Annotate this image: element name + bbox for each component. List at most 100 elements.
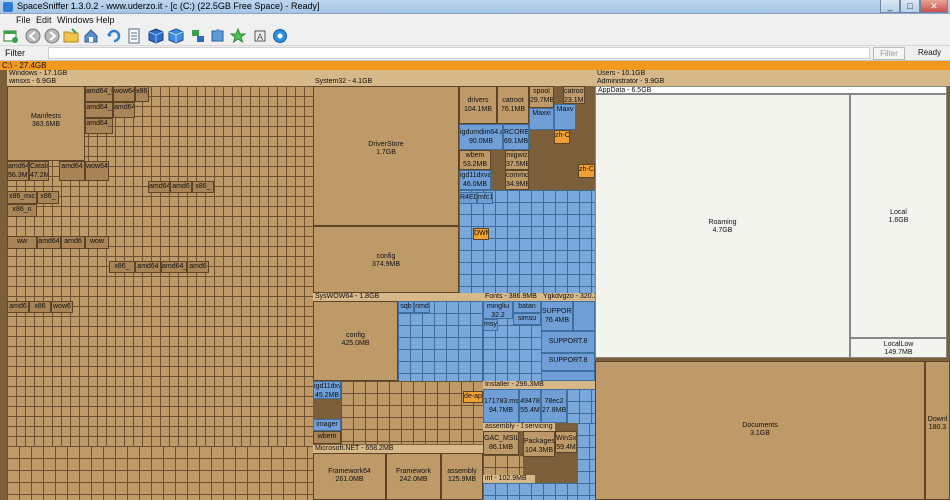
spool-block[interactable]: spool 29.7MB (529, 86, 554, 108)
winsxs-item-23[interactable]: amd6 (7, 301, 29, 313)
downloads-block[interactable]: Downl 180.3 (925, 361, 950, 500)
syswow64-more-grid[interactable] (341, 381, 483, 444)
winsxs-item-18[interactable]: wow (85, 236, 109, 249)
igd11dxva32-block[interactable]: igd11dxva 45.2MB (313, 381, 341, 399)
config-sys32-block[interactable]: config 374.9MB (313, 226, 459, 293)
local-block[interactable]: Local 1.6GB (850, 94, 947, 338)
catroot2-block[interactable]: catroot2 23.1MB (563, 86, 585, 104)
cube-icon[interactable] (148, 28, 164, 44)
support-side-block[interactable] (573, 301, 595, 331)
servicing-header[interactable]: servicing - (523, 423, 555, 431)
system32-header[interactable]: System32 - 4.1GB (313, 78, 595, 86)
winsxs-item-1[interactable]: amd64_m (85, 86, 113, 102)
windows-header[interactable]: Windows - 17.1GB (7, 70, 595, 78)
winsxs-lower-grid[interactable] (7, 446, 313, 500)
support-1-block[interactable]: SUPPORT 76.4MB (541, 301, 573, 331)
winsxs-item-6[interactable]: amd64 (113, 102, 135, 118)
wow-file-wbem[interactable]: wbem (313, 431, 341, 444)
folder-icon[interactable] (63, 28, 79, 44)
cube-blue-icon[interactable] (168, 28, 184, 44)
winsxs-item-7[interactable]: x86_mic (7, 191, 37, 204)
refresh-icon[interactable] (106, 28, 122, 44)
winsxs-item-9[interactable]: x86_ (37, 191, 59, 204)
side-files-grid[interactable] (577, 423, 595, 500)
menu-windows[interactable]: Windows (55, 14, 96, 26)
wow-file-1[interactable]: sqb (398, 301, 414, 313)
winsxs-item-25[interactable]: wow6 (51, 301, 73, 313)
administrator-header[interactable]: Administrator - 9.9GB (595, 78, 950, 86)
winsxs-item-20[interactable]: amd64 (135, 261, 161, 273)
support-3-block[interactable]: SUPPORT.8 (541, 353, 595, 371)
config-wow-block[interactable]: config 425.0MB (313, 301, 398, 381)
gear-icon[interactable] (272, 28, 288, 44)
sys32-file-1[interactable]: R4ED (459, 192, 477, 204)
inf-grid[interactable] (483, 483, 577, 500)
winsxs-header[interactable]: winsxs - 6.9GB (7, 78, 313, 86)
treemap[interactable]: C:\ - 27.4GB Windows - 17.1GB winsxs - 6… (0, 61, 950, 500)
igdumdim64-block[interactable]: igdumdim64.dll 90.0MB (459, 124, 503, 150)
common-block[interactable]: common 34.9MB (505, 170, 529, 190)
winsxs-item-8[interactable]: x86_n (7, 204, 37, 217)
filter-input[interactable] (48, 47, 870, 59)
framework64-block[interactable]: Framework64 261.0MB (313, 453, 386, 500)
syswow64-header[interactable]: SysWOW64 - 1.8GB (313, 293, 483, 301)
driverstore-block[interactable]: DriverStore 1.7GB (313, 86, 459, 226)
back-icon[interactable] (25, 28, 41, 44)
winsxs-item-17[interactable]: amd6 (61, 236, 85, 249)
manifests-block[interactable]: Manifests 383.6MB (7, 86, 85, 161)
fonts-file-3[interactable]: msyh (483, 319, 498, 331)
fonts-header[interactable]: Fonts - 386.9MB (483, 293, 541, 301)
filter-button[interactable]: Filter (873, 47, 905, 60)
winsxs-item-22[interactable]: amd6 (187, 261, 209, 273)
network-icon[interactable] (190, 28, 206, 44)
dotnet-header[interactable]: Microsoft.NET - 658.2MB (313, 445, 483, 453)
locallow-block[interactable]: LocalLow 149.7MB (850, 338, 947, 358)
winsxs-item-5[interactable]: x86_ (135, 86, 149, 102)
gac-msil-block[interactable]: GAC_MSIL 86.1MB (483, 431, 519, 455)
menu-edit[interactable]: Edit (34, 14, 54, 26)
winsxs-item-13[interactable]: amd6 (170, 181, 192, 193)
migwiz-block[interactable]: migwiz 37.5MB (505, 150, 529, 170)
winsxs-item-15[interactable]: ww (7, 236, 37, 249)
fonts-file-2[interactable]: simsu (513, 313, 541, 325)
winsxs-item-10[interactable]: amd64 (59, 161, 85, 181)
documents-block[interactable]: Documents 3.1GB (595, 361, 925, 500)
igd11dxva64-block[interactable]: igd11dxva64 46.0MB (459, 170, 491, 190)
close-button[interactable]: ✕ (920, 0, 948, 13)
inf-header[interactable]: inf - 102.9MB (483, 475, 535, 483)
framework-block[interactable]: Framework 242.0MB (386, 453, 441, 500)
assembly-more-grid[interactable] (483, 455, 523, 475)
winsxs-item-19[interactable]: x86_ (109, 261, 135, 273)
sys32-file-2[interactable]: mfc1 (477, 192, 493, 204)
home-icon[interactable] (83, 28, 99, 44)
drivers-block[interactable]: drivers 104.1MB (459, 86, 497, 124)
winsxs-item-21[interactable]: amd64_ (161, 261, 187, 273)
wow-orange-1[interactable]: de-ap (463, 391, 483, 403)
packages-block[interactable]: Packages 104.3MB (523, 431, 555, 457)
installer-msi-2[interactable]: 49478 55.4M (519, 389, 541, 423)
menu-help[interactable]: Help (94, 14, 117, 26)
installer-more-grid[interactable] (567, 389, 595, 423)
tag-icon[interactable]: A (252, 28, 268, 44)
winsxs-item-4[interactable]: wow64 (113, 86, 135, 102)
winsxs-item-3[interactable]: amd64_ (85, 118, 113, 134)
new-window-icon[interactable] (3, 28, 19, 44)
maximize-button[interactable]: □ (900, 0, 920, 13)
mingliu-block[interactable]: mingliu 32.2 (483, 301, 513, 319)
drive-header[interactable]: C:\ - 27.4GB (0, 61, 950, 70)
catalog-block[interactable]: Catalo 47.2M (29, 161, 49, 181)
winsxs-item-24[interactable]: x86 (29, 301, 51, 313)
roaming-block[interactable]: Roaming 4.7GB (595, 94, 850, 358)
amd64-block[interactable]: amd64_ 56.3MB (7, 161, 29, 181)
document-icon[interactable] (126, 28, 142, 44)
users-header[interactable]: Users - 10.1GB (595, 70, 950, 78)
menu-file[interactable]: File (14, 14, 33, 26)
sys32-file-maxv[interactable]: Maxv (554, 104, 576, 130)
installer-msi-1[interactable]: 171783.msi 94.7MB (483, 389, 519, 423)
installer-header[interactable]: Installer - 296.3MB (483, 381, 595, 389)
support-4-block[interactable] (541, 371, 595, 381)
system32-files-grid[interactable] (459, 190, 595, 293)
rcores64-block[interactable]: RCORES64 69.1MB (503, 124, 529, 150)
wow-file-imager[interactable]: imager (313, 419, 341, 431)
sys32-file-maxxi[interactable]: Maxxi (529, 108, 554, 130)
